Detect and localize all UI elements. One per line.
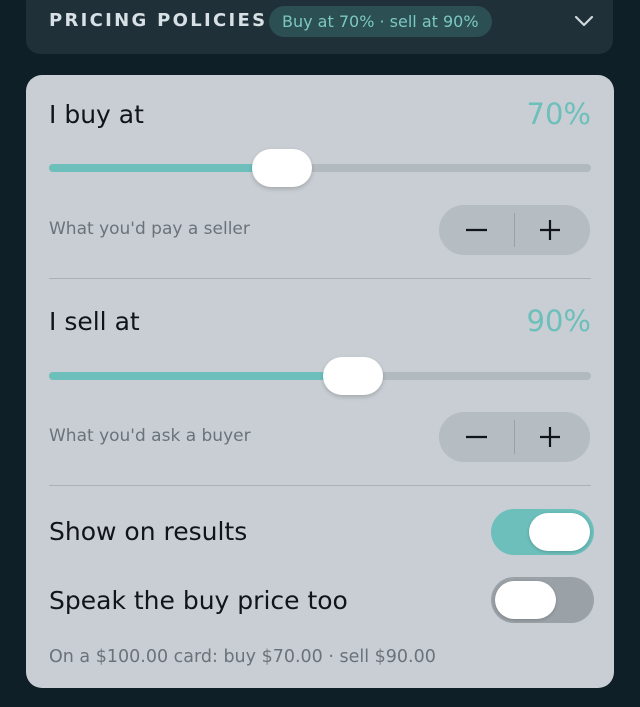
show-results-label: Show on results: [49, 517, 248, 546]
sell-stepper: [439, 412, 590, 462]
minus-icon: [466, 435, 487, 439]
buy-decrement-button[interactable]: [439, 205, 514, 255]
show-results-toggle[interactable]: [491, 509, 594, 555]
divider: [49, 278, 591, 279]
summary-badge: Buy at 70% · sell at 90%: [269, 6, 492, 37]
toggle-knob: [529, 513, 590, 551]
speak-buy-toggle[interactable]: [491, 577, 594, 623]
pricing-card: I buy at 70% What you'd pay a seller I s…: [26, 75, 614, 688]
minus-icon: [466, 228, 487, 232]
chevron-down-icon[interactable]: [574, 14, 594, 28]
plus-icon: [540, 220, 560, 240]
buy-label: I buy at: [49, 100, 144, 129]
sell-label: I sell at: [49, 307, 140, 336]
buy-increment-button[interactable]: [515, 205, 590, 255]
buy-stepper: [439, 205, 590, 255]
buy-slider-fill: [49, 164, 283, 172]
speak-buy-label: Speak the buy price too: [49, 586, 348, 615]
sell-decrement-button[interactable]: [439, 412, 514, 462]
buy-hint: What you'd pay a seller: [49, 219, 250, 239]
divider: [49, 485, 591, 486]
buy-slider-thumb[interactable]: [252, 149, 313, 187]
sell-slider-thumb[interactable]: [322, 357, 383, 395]
sell-slider-fill: [49, 372, 353, 380]
sell-percentage: 90%: [526, 304, 591, 338]
plus-icon: [540, 427, 560, 447]
toggle-knob: [495, 581, 556, 619]
sell-hint: What you'd ask a buyer: [49, 426, 251, 446]
sell-increment-button[interactable]: [515, 412, 590, 462]
price-example: On a $100.00 card: buy $70.00 · sell $90…: [49, 647, 436, 667]
section-title: PRICING POLICIES: [49, 10, 268, 31]
buy-percentage: 70%: [526, 97, 591, 131]
